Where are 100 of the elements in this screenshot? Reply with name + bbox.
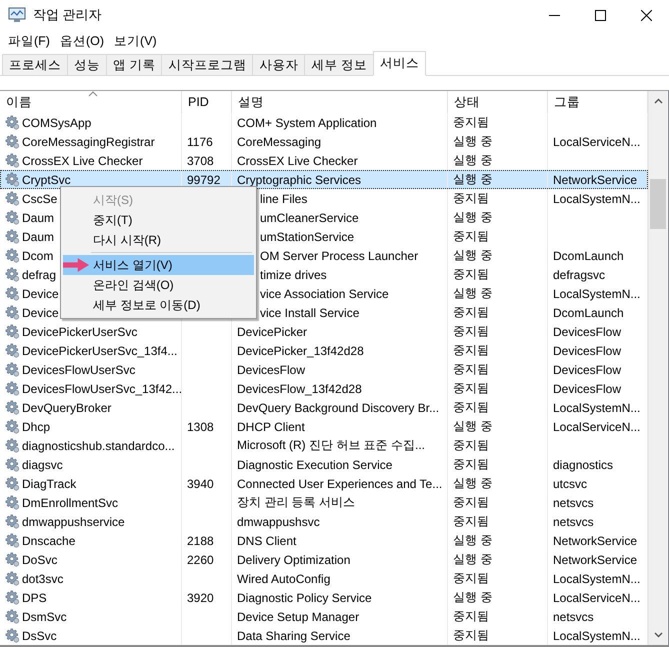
tab[interactable]: 앱 기록 <box>106 54 162 75</box>
group-cell: netsvcs <box>553 496 594 510</box>
tab[interactable]: 서비스 <box>372 51 426 76</box>
tab[interactable]: 성능 <box>67 54 107 75</box>
menu-item[interactable]: 옵션(O) <box>56 32 110 50</box>
scroll-up-icon[interactable] <box>654 98 662 104</box>
service-name: DevicePickerUserSvc_13f4... <box>22 344 178 358</box>
service-name: Dnscache <box>22 534 76 548</box>
service-row[interactable]: DiagTrack 3940 Connected User Experiences and Te... 실행 중 utcsvc <box>0 474 648 493</box>
service-row[interactable]: DevicesFlowUserSvc DevicesFlow 중지됨 DevicesFlow <box>0 360 648 379</box>
scroll-down-icon[interactable] <box>654 632 662 638</box>
service-name: DevQueryBroker <box>22 400 112 414</box>
status-cell: 중지됨 <box>453 380 489 397</box>
service-row[interactable]: DevicePickerUserSvc_13f4... DevicePicker_13f42d28 중지됨 DevicesFlow <box>0 341 648 360</box>
service-row[interactable]: dmwappushservice dmwappushsvc 중지됨 netsvcs <box>0 512 648 531</box>
service-row[interactable]: DevicesFlowUserSvc_13f42... DevicesFlow_13f42d28 중지됨 DevicesFlow <box>0 379 648 398</box>
status-cell: 중지됨 <box>453 437 489 454</box>
group-cell: DevicesFlow <box>553 382 622 396</box>
service-name: Daum <box>22 230 54 244</box>
service-name: CscSe <box>22 192 58 206</box>
menu-item[interactable]: 파일(F) <box>4 32 56 50</box>
service-name: DoSvc <box>22 552 58 566</box>
description-cell: umStationService <box>260 230 354 244</box>
group-cell: DevicesFlow <box>553 324 622 338</box>
status-cell: 실행 중 <box>453 285 492 302</box>
service-row[interactable]: DevicePickerUserSvc DevicePicker 중지됨 DevicesFlow <box>0 322 648 341</box>
service-row[interactable]: Dnscache 2188 DNS Client 실행 중 NetworkService <box>0 531 648 550</box>
gear-icon <box>5 210 20 225</box>
menu-item[interactable]: 보기(V) <box>110 32 163 50</box>
service-name: Device <box>22 286 59 300</box>
service-row[interactable]: diagnosticshub.standardco... Microsoft (R) 진단 허브 표준 수집... 중지됨 <box>0 436 648 455</box>
gear-icon <box>5 134 20 149</box>
service-row[interactable]: DPS 3920 Diagnostic Policy Service 실행 중 LocalServiceN... <box>0 588 648 607</box>
tab[interactable]: 시작프로그램 <box>161 54 254 75</box>
service-row[interactable]: CoreMessagingRegistrar 1176 CoreMessaging 실행 중 LocalServiceN... <box>0 132 648 151</box>
group-cell: NetworkService <box>553 172 638 186</box>
status-cell: 실행 중 <box>453 133 492 150</box>
service-name: DevicePickerUserSvc <box>22 324 138 338</box>
description-cell: DevicePicker_13f42d28 <box>237 344 364 358</box>
description-cell: Data Sharing Service <box>237 628 350 642</box>
column-header[interactable]: 설명 <box>232 91 448 113</box>
service-row[interactable]: DevQueryBroker DevQuery Background Discovery Br... 중지됨 LocalSystemN... <box>0 398 648 417</box>
group-cell: utcsvc <box>553 476 588 490</box>
group-cell: LocalServiceN... <box>553 420 640 434</box>
tab[interactable]: 사용자 <box>252 54 306 75</box>
service-row[interactable]: dot3svc Wired AutoConfig 중지됨 LocalSystemN... <box>0 569 648 588</box>
service-name: defrag <box>22 268 56 282</box>
context-menu-item[interactable]: 서비스 열기(V) <box>63 255 254 275</box>
description-cell: Delivery Optimization <box>237 552 350 566</box>
service-name: DsSvc <box>22 628 57 642</box>
column-header[interactable]: 상태 <box>448 91 548 113</box>
status-cell: 중지됨 <box>453 627 489 644</box>
group-cell: DcomLaunch <box>553 306 624 320</box>
service-row[interactable]: COMSysApp COM+ System Application 중지됨 <box>0 113 648 132</box>
service-name: diagnosticshub.standardco... <box>22 438 175 452</box>
service-row[interactable]: Dhcp 1308 DHCP Client 실행 중 LocalServiceN... <box>0 417 648 436</box>
gear-icon <box>5 438 20 453</box>
service-name: CryptSvc <box>22 172 71 186</box>
description-cell: DevicesFlow_13f42d28 <box>237 382 362 396</box>
service-row[interactable]: diagsvc Diagnostic Execution Service 중지됨 diagnostics <box>0 455 648 474</box>
status-cell: 중지됨 <box>453 228 489 245</box>
status-cell: 중지됨 <box>453 399 489 416</box>
service-row[interactable]: DoSvc 2260 Delivery Optimization 실행 중 NetworkService <box>0 550 648 569</box>
status-cell: 중지됨 <box>453 608 489 625</box>
scrollbar[interactable] <box>648 91 667 645</box>
column-header[interactable]: 이름 <box>0 91 182 113</box>
scroll-thumb[interactable] <box>650 179 666 229</box>
service-name: Daum <box>22 210 54 224</box>
maximize-icon <box>594 10 606 20</box>
monitor-icon <box>8 7 26 23</box>
status-cell: 중지됨 <box>453 304 489 321</box>
service-name: CoreMessagingRegistrar <box>22 134 155 148</box>
tab[interactable]: 세부 정보 <box>304 54 374 75</box>
service-name: DsmSvc <box>22 610 67 624</box>
gear-icon <box>5 191 20 206</box>
description-cell: Microsoft (R) 진단 허브 표준 수집... <box>237 437 426 454</box>
service-name: Dhcp <box>22 420 50 434</box>
status-cell: 중지됨 <box>453 266 489 283</box>
pid-cell: 2260 <box>187 552 214 566</box>
description-cell: Wired AutoConfig <box>237 572 330 586</box>
tab[interactable]: 프로세스 <box>2 54 68 75</box>
gear-icon <box>5 381 20 396</box>
group-cell: LocalServiceN... <box>553 590 640 604</box>
service-row[interactable]: DsSvc Data Sharing Service 중지됨 LocalSystemN... <box>0 626 648 645</box>
group-cell: LocalSystemN... <box>553 192 640 206</box>
gear-icon <box>5 533 20 548</box>
service-row[interactable]: DmEnrollmentSvc 장치 관리 등록 서비스 중지됨 netsvcs <box>0 493 648 512</box>
group-cell: DevicesFlow <box>553 344 622 358</box>
service-row[interactable]: CryptSvc 99792 Cryptographic Services 실행 중 NetworkService <box>0 170 648 189</box>
gear-icon <box>5 552 20 567</box>
service-name: dmwappushservice <box>22 514 125 528</box>
column-header[interactable]: PID <box>182 91 232 113</box>
gear-icon <box>5 514 20 529</box>
service-name: dot3svc <box>22 572 64 586</box>
gear-icon <box>5 324 20 339</box>
service-row[interactable]: DsmSvc Device Setup Manager 중지됨 netsvcs <box>0 607 648 626</box>
description-cell: Diagnostic Policy Service <box>237 590 372 604</box>
description-cell: timize drives <box>260 268 327 282</box>
group-cell: NetworkService <box>553 534 638 548</box>
context-menu-item[interactable]: 중지(T) <box>63 210 254 230</box>
